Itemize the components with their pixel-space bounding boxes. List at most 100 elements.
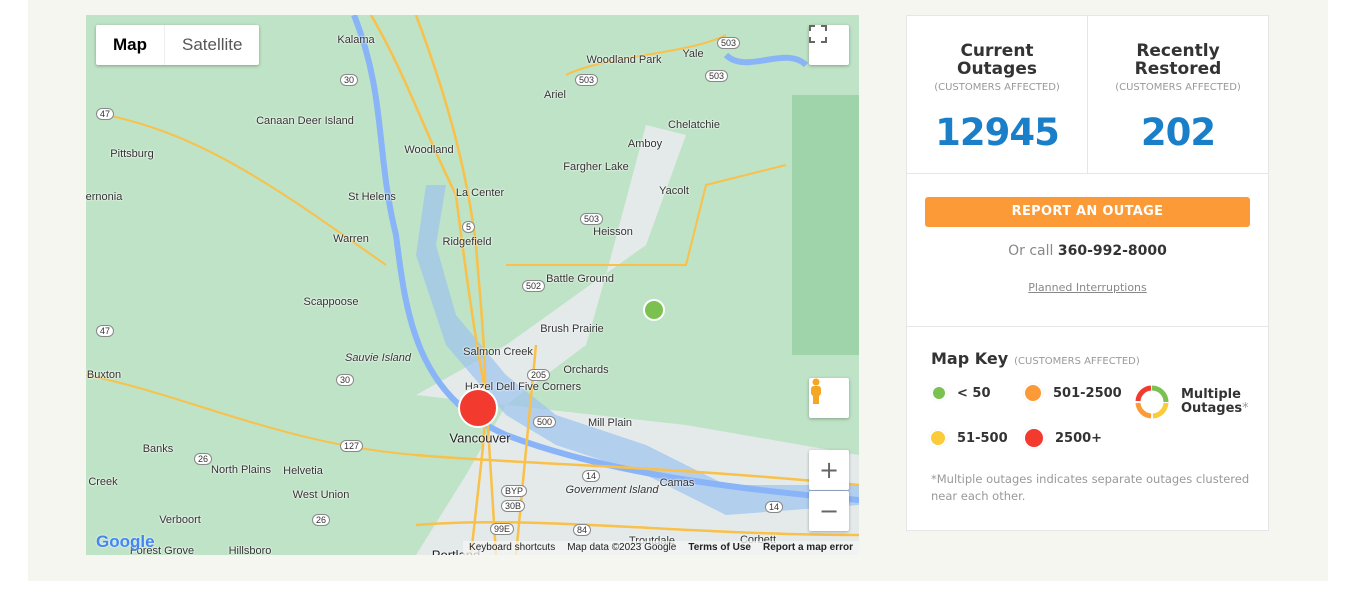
key-item-501-2500: 501-2500 <box>1023 383 1122 403</box>
outage-marker-under-50[interactable] <box>643 299 665 321</box>
key-label-multiple: Multiple Outages* <box>1181 388 1251 416</box>
multiple-label: Multiple Outages <box>1181 387 1243 416</box>
map-place-label: Brush Prairie <box>540 323 604 335</box>
highway-shield: 5 <box>462 221 476 233</box>
map-place-label: Government Island <box>565 484 659 496</box>
highway-shield: 26 <box>312 514 331 526</box>
map-place-label: Mill Plain <box>587 417 633 429</box>
current-outages-title: Current Outages <box>957 41 1037 79</box>
highway-shield: 503 <box>575 74 599 86</box>
map-place-label: La Center <box>455 187 505 199</box>
highway-shield: 503 <box>580 213 604 225</box>
map-tiles <box>86 15 859 555</box>
map-place-label: Salmon Creek <box>463 346 533 358</box>
highway-shield: 127 <box>340 440 364 452</box>
highway-shield: 26 <box>194 453 213 465</box>
map-place-label: Buxton <box>86 369 122 381</box>
green-dot-icon <box>931 385 947 401</box>
multiple-outages-ring-icon <box>1135 385 1169 419</box>
map-place-label: Ridgefield <box>442 236 492 248</box>
call-prefix: Or call <box>1008 243 1054 259</box>
key-label: < 50 <box>957 385 991 401</box>
key-item-2500-plus: 2500+ <box>1023 427 1102 449</box>
map-place-label: St Helens <box>348 191 396 203</box>
map-type-map-button[interactable]: Map <box>96 25 165 65</box>
highway-shield: 47 <box>96 325 115 337</box>
recently-restored-count: 202 <box>1140 111 1216 154</box>
map-place-label: Scappoose <box>303 296 359 308</box>
map-place-label: Sauvie Island <box>344 352 412 364</box>
map-place-label: Camas <box>659 477 695 489</box>
report-map-error-link[interactable]: Report a map error <box>763 541 853 555</box>
map-key: Map Key (CUSTOMERS AFFECTED) < 50 501-250… <box>907 326 1268 503</box>
current-outages-count: 12945 <box>935 111 1060 154</box>
map-attribution: Keyboard shortcuts Map data ©2023 Google… <box>463 541 859 555</box>
map-place-label: Ariel <box>543 89 567 101</box>
highway-shield: 503 <box>717 37 741 49</box>
map-type-satellite-button[interactable]: Satellite <box>165 25 259 65</box>
highway-shield: 30B <box>501 500 526 512</box>
fullscreen-button[interactable] <box>809 25 849 65</box>
yellow-dot-icon <box>929 429 947 447</box>
terms-of-use-link[interactable]: Terms of Use <box>688 541 751 555</box>
map-key-title: Map Key <box>931 349 1009 368</box>
highway-shield: 14 <box>765 501 784 513</box>
map-type-control: Map Satellite <box>96 25 260 65</box>
map-place-label: Amboy <box>627 138 663 150</box>
highway-shield: 30 <box>340 74 359 86</box>
map-place-label: Yale <box>682 48 704 60</box>
red-dot-icon <box>1023 427 1045 449</box>
report-outage-button[interactable]: REPORT AN OUTAGE <box>925 197 1250 227</box>
map-place-label: Woodland <box>404 144 454 156</box>
map-place-label: Helvetia <box>283 465 323 477</box>
highway-shield: 84 <box>573 524 592 536</box>
street-view-pegman-button[interactable] <box>809 378 849 418</box>
map-place-label: Creek <box>88 476 118 488</box>
outage-marker-2500-plus[interactable] <box>458 388 498 428</box>
outage-map[interactable]: Kalama Woodland Park Yale Ariel Canaan Deer … <box>86 15 859 555</box>
fullscreen-icon <box>809 25 827 43</box>
highway-shield: 99E <box>490 523 515 535</box>
highway-shield: 500 <box>533 416 557 428</box>
key-item-under-50: < 50 <box>931 385 991 401</box>
recently-restored-subtitle: (CUSTOMERS AFFECTED) <box>1115 82 1241 93</box>
map-place-label: ernonia <box>86 191 123 203</box>
map-place-label: Canaan Deer Island <box>256 115 354 127</box>
map-place-label: Fargher Lake <box>563 161 629 173</box>
highway-shield: 205 <box>527 369 551 381</box>
keyboard-shortcuts-link[interactable]: Keyboard shortcuts <box>469 541 555 555</box>
map-place-label: Pittsburg <box>110 148 154 160</box>
map-place-label: Kalama <box>337 34 375 46</box>
recently-restored-stat: Recently Restored (CUSTOMERS AFFECTED) 2… <box>1087 16 1268 173</box>
map-place-label: Heisson <box>593 226 633 238</box>
highway-shield: 503 <box>705 70 729 82</box>
outage-panel: Current Outages (CUSTOMERS AFFECTED) 129… <box>906 15 1269 531</box>
call-line: Or call 360-992-8000 <box>907 243 1268 259</box>
orange-dot-icon <box>1023 383 1043 403</box>
asterisk: * <box>1242 401 1249 416</box>
map-data-text: Map data ©2023 Google <box>567 542 677 553</box>
highway-shield: 30 <box>336 374 355 386</box>
map-place-label: Orchards <box>563 364 609 376</box>
map-key-subtitle: (CUSTOMERS AFFECTED) <box>1014 356 1140 367</box>
recently-restored-title: Recently Restored <box>1134 41 1222 79</box>
zoom-in-button[interactable]: + <box>809 450 849 490</box>
map-place-label: Yacolt <box>659 185 689 197</box>
map-place-label: Chelatchie <box>668 119 720 131</box>
map-place-label: Woodland Park <box>586 54 662 66</box>
pegman-icon <box>811 378 821 404</box>
map-place-label: West Union <box>292 489 350 501</box>
map-place-label: Hillsboro <box>228 545 272 555</box>
highway-shield: 502 <box>522 280 546 292</box>
key-label: 51-500 <box>957 430 1008 446</box>
map-place-label: Battle Ground <box>546 273 614 285</box>
google-logo: Google <box>96 532 155 551</box>
map-key-note: *Multiple outages indicates separate out… <box>931 472 1250 503</box>
map-place-label: North Plains <box>211 464 271 476</box>
planned-interruptions-link[interactable]: Planned Interruptions <box>907 281 1268 294</box>
current-outages-subtitle: (CUSTOMERS AFFECTED) <box>934 82 1060 93</box>
zoom-out-button[interactable]: − <box>809 491 849 531</box>
map-place-label: Warren <box>333 233 369 245</box>
highway-shield: 47 <box>96 108 115 120</box>
phone-number[interactable]: 360-992-8000 <box>1058 243 1167 259</box>
